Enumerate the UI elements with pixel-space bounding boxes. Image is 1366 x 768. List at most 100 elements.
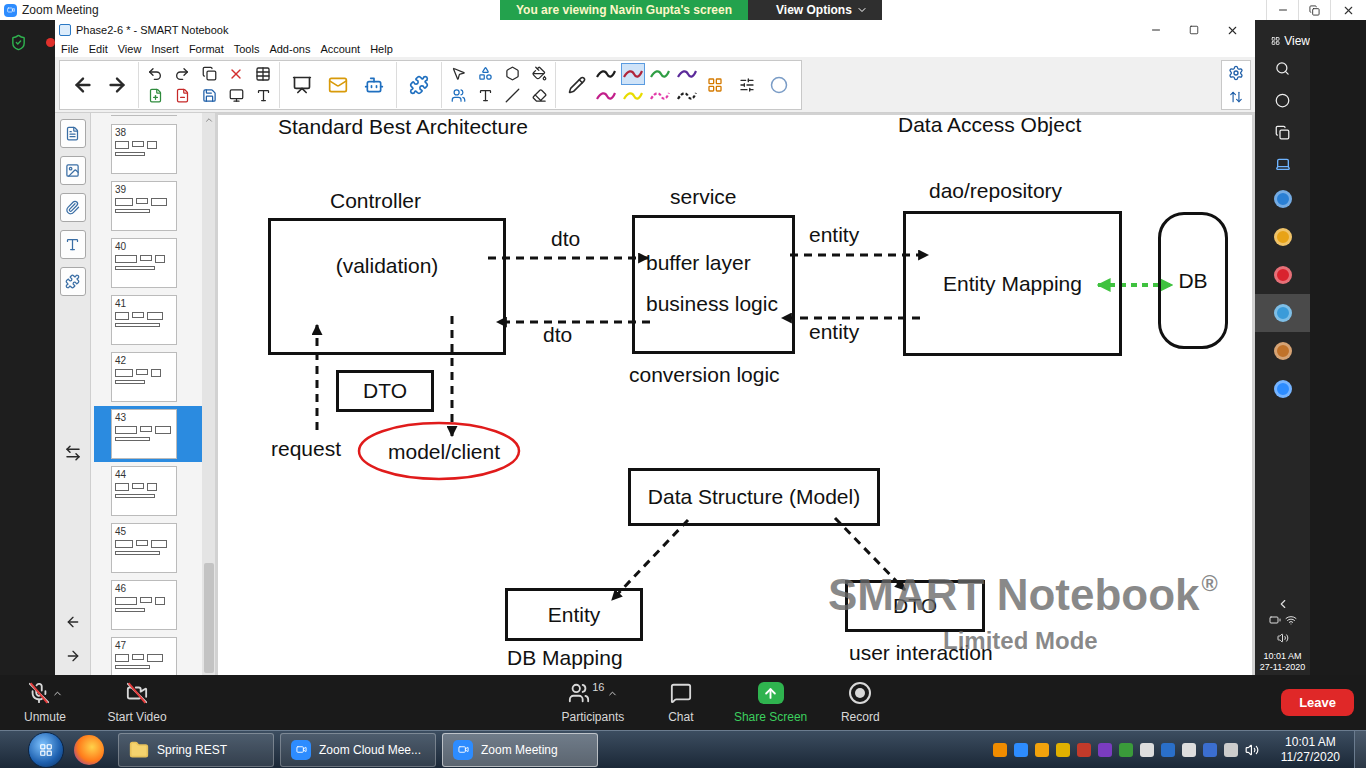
settings-button[interactable] <box>1224 62 1248 84</box>
app-restore-button[interactable] <box>1185 21 1203 39</box>
sidebar-app[interactable] <box>1255 294 1310 332</box>
shapes-button[interactable] <box>473 63 497 85</box>
slide-thumbnail[interactable]: 44 <box>111 466 177 516</box>
close-button[interactable] <box>1330 0 1366 20</box>
pen-button[interactable] <box>560 68 594 102</box>
maximize-button[interactable] <box>1298 0 1330 20</box>
tray-app-icon[interactable] <box>1224 743 1238 757</box>
text-format-button[interactable] <box>251 85 275 107</box>
line-button[interactable] <box>500 85 524 107</box>
people-button[interactable] <box>446 85 470 107</box>
remove-page-button[interactable] <box>170 85 194 107</box>
redo-button[interactable] <box>170 63 194 85</box>
menu-item[interactable]: File <box>61 43 79 55</box>
start-button[interactable] <box>28 732 64 768</box>
gallery-tab[interactable] <box>60 156 86 185</box>
slide-thumbnail-row[interactable]: 39 <box>94 178 202 234</box>
eraser-button[interactable] <box>527 85 551 107</box>
tray-app-icon[interactable] <box>1119 743 1133 757</box>
response-button[interactable] <box>320 67 356 103</box>
slide-thumbnail-row[interactable]: 38 <box>94 121 202 177</box>
slide-thumbnail-row[interactable]: 43 <box>94 406 202 462</box>
undo-button[interactable] <box>143 63 167 85</box>
page-sorter-tab[interactable] <box>60 119 86 148</box>
show-desktop-button[interactable] <box>1354 731 1366 768</box>
slide-thumbnail[interactable]: 42 <box>111 352 177 402</box>
view-button[interactable]: View <box>1255 30 1310 52</box>
slide-thumbnail-row[interactable]: 44 <box>94 463 202 519</box>
menu-item[interactable]: Help <box>370 43 393 55</box>
slide-thumbnail[interactable]: 41 <box>111 295 177 345</box>
slide-thumbnail-row[interactable]: 41 <box>94 292 202 348</box>
slide-thumbnail[interactable]: 40 <box>111 238 177 288</box>
menu-item[interactable]: Add-ons <box>269 43 310 55</box>
menu-item[interactable]: Insert <box>151 43 179 55</box>
taskbar-button[interactable]: Zoom Meeting <box>442 733 598 767</box>
pen-swatch[interactable] <box>648 85 672 107</box>
next-page-button[interactable] <box>100 68 134 102</box>
search-button[interactable] <box>1255 52 1310 84</box>
share-button[interactable]: Share Screen <box>734 681 807 724</box>
slide-thumbnail-row[interactable]: 47 <box>94 634 202 675</box>
resize-panel-button[interactable] <box>60 440 86 466</box>
leave-button[interactable]: Leave <box>1281 689 1354 716</box>
pen-swatch[interactable] <box>675 85 699 107</box>
slide-thumbnail[interactable]: 38 <box>111 124 177 174</box>
menu-item[interactable]: View <box>118 43 142 55</box>
tray-app-icon[interactable] <box>993 743 1007 757</box>
pen-swatch[interactable] <box>594 63 618 85</box>
properties-tab[interactable] <box>60 230 86 259</box>
fill-button[interactable] <box>527 63 551 85</box>
taskbar-button[interactable]: Spring REST <box>118 733 274 767</box>
table-button[interactable] <box>251 63 275 85</box>
add-page-button[interactable] <box>143 85 167 107</box>
pen-swatch[interactable] <box>621 85 645 107</box>
text-button[interactable] <box>473 85 497 107</box>
attachments-tab[interactable] <box>60 193 86 222</box>
sidebar-app[interactable] <box>1255 180 1310 218</box>
tray-app-icon[interactable] <box>1014 743 1028 757</box>
slide-thumbnail-row[interactable]: 42 <box>94 349 202 405</box>
mic-button[interactable]: Unmute <box>10 681 80 724</box>
thumbnail-scrollbar[interactable] <box>202 113 215 675</box>
app-minimize-button[interactable] <box>1147 21 1165 39</box>
dock-right-button[interactable] <box>60 643 86 669</box>
slide-thumbnail[interactable] <box>111 115 177 116</box>
screen-shade-button[interactable] <box>284 67 320 103</box>
record-button[interactable]: Record <box>825 681 895 724</box>
polygon-button[interactable] <box>500 63 524 85</box>
video-button[interactable]: Start Video <box>102 681 172 724</box>
slide-thumbnail-row[interactable]: 40 <box>94 235 202 291</box>
addons-tab[interactable] <box>60 267 86 296</box>
slide-thumbnail[interactable]: 47 <box>111 637 177 675</box>
tray-app-icon[interactable] <box>1056 743 1070 757</box>
copy-button[interactable] <box>197 63 221 85</box>
slide-thumbnail-row[interactable]: 45 <box>94 520 202 576</box>
menu-item[interactable]: Account <box>320 43 360 55</box>
save-button[interactable] <box>197 85 221 107</box>
pen-swatch[interactable] <box>594 85 618 107</box>
addons-button[interactable] <box>401 67 437 103</box>
toolbar-position-button[interactable] <box>1224 86 1248 108</box>
activity-button[interactable] <box>356 67 392 103</box>
slide-canvas[interactable]: Standard Best ArchitectureData Access Ob… <box>215 113 1255 675</box>
view-options-button[interactable]: View Options <box>748 0 882 20</box>
menu-item[interactable]: Edit <box>89 43 108 55</box>
select-button[interactable] <box>446 63 470 85</box>
slide-thumbnail[interactable]: 45 <box>111 523 177 573</box>
delete-button[interactable] <box>224 63 248 85</box>
tray-app-icon[interactable] <box>1182 743 1196 757</box>
firefox-icon[interactable] <box>74 735 104 765</box>
tray-app-icon[interactable] <box>1077 743 1091 757</box>
slide-thumbnail[interactable]: 39 <box>111 181 177 231</box>
taskbar-clock[interactable]: 10:01 AM11/27/2020 <box>1273 735 1348 765</box>
tray-app-icon[interactable] <box>1161 743 1175 757</box>
tray-app-icon[interactable] <box>1098 743 1112 757</box>
tray-app-icon[interactable] <box>1203 743 1217 757</box>
chat-button[interactable]: Chat <box>646 681 716 724</box>
screen-button[interactable] <box>224 85 248 107</box>
pen-swatch[interactable] <box>675 63 699 85</box>
previous-page-button[interactable] <box>66 68 100 102</box>
slide-thumbnail-row[interactable]: 46 <box>94 577 202 633</box>
slide-thumbnail[interactable]: 43 <box>111 409 177 459</box>
